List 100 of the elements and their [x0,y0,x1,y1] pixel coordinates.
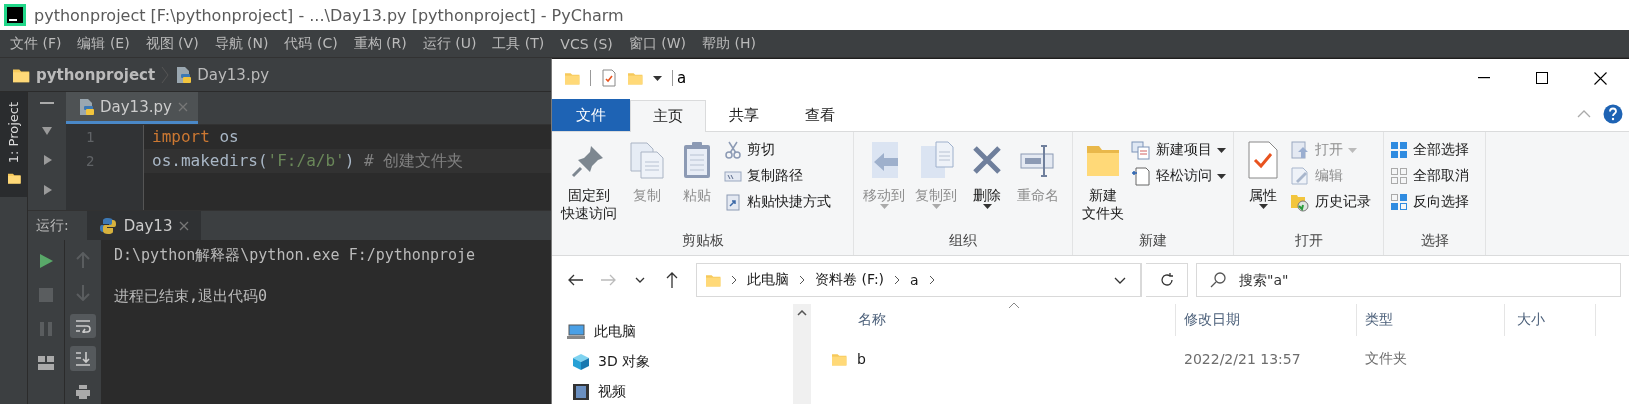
python-file-icon [175,65,192,84]
ribbon-button[interactable]: 新建项目 [1131,139,1226,161]
editor-tab[interactable]: Day13.py [66,92,198,124]
soft-wrap-button[interactable] [70,313,96,339]
group-label: 组织 [948,231,978,250]
page-icon [1131,166,1151,186]
caret-icon [635,277,645,283]
menu-item[interactable]: 文件 (F) [2,34,70,53]
new-item-icon [1131,140,1151,160]
scroll-to-end-button[interactable] [70,346,96,372]
ribbon-button[interactable]: 历史记录 [1290,191,1371,213]
ribbon-button[interactable]: 轻松访问 [1131,165,1226,187]
nav-item[interactable]: 此电脑 [552,320,793,344]
run-tab[interactable]: Day13 [86,211,202,240]
wrap-icon [75,319,91,333]
close-icon [177,101,188,112]
close-icon [179,220,190,231]
folder-icon [564,70,580,86]
console-line: 进程已结束,退出代码0 [114,287,268,306]
menu-item[interactable]: 编辑 (E) [69,34,138,53]
column-header[interactable]: 名称 [811,304,1176,336]
breadcrumb-item[interactable]: Day13.py [197,65,270,84]
film-icon [572,383,590,401]
menu-item[interactable]: 工具 (T) [484,34,553,53]
ribbon-tab[interactable]: 文件 [552,99,630,131]
edit-icon [1290,166,1310,186]
menu-item[interactable]: 导航 (N) [206,34,277,53]
address-bar[interactable]: 此电脑 资料卷 (F:) a [696,263,1142,297]
cell-text: 2022/2/21 13:57 [1184,351,1301,367]
cube-icon [572,353,590,371]
menu-item[interactable]: 视图 (V) [137,34,207,53]
menu-item[interactable]: 运行 (U) [414,34,485,53]
folder-icon [627,70,643,86]
menu-item[interactable]: 窗口 (W) [620,34,695,53]
chevron-icon [731,275,737,285]
grid-icon [1390,193,1408,211]
scroll-up-icon [797,310,807,316]
up-arrow-icon [666,272,678,288]
close-icon [1593,71,1607,85]
forward-arrow-icon [600,274,616,286]
window-title: a [677,69,687,87]
nav-item[interactable]: 视频 [552,380,793,404]
folder-icon [705,272,721,288]
caret-icon [653,75,662,81]
documents-icon [627,140,667,180]
shortcut-icon [724,193,742,211]
expand-arrow-icon [41,154,53,166]
folder-icon [831,351,847,367]
caret-icon [1114,276,1126,284]
ribbon-tab[interactable]: 主页 [630,100,706,132]
group-label: 新建 [1138,231,1168,250]
breadcrumb-item[interactable]: pythonproject [36,65,156,84]
menu-item[interactable]: VCS (S) [552,35,621,52]
open-icon [1290,140,1310,160]
up-arrow-icon [76,252,90,269]
collapse-icon [1577,110,1591,118]
refresh-icon [1158,272,1175,288]
minimize-icon [40,102,54,106]
menu-item[interactable]: 帮助 (H) [694,34,764,53]
refresh-button[interactable] [1146,263,1188,297]
group-label: 选择 [1419,231,1450,250]
app-logo-icon [4,4,26,26]
run-label: 运行: [35,216,70,235]
ribbon-button[interactable]: 反向选择 [1390,191,1469,213]
expand-arrow-icon [41,124,53,136]
ribbon-button[interactable]: 粘贴快捷方式 [724,191,831,213]
search-icon [1210,272,1226,288]
history-icon [1290,192,1310,212]
search-field[interactable]: 搜索"a" [1196,263,1621,297]
menu-item[interactable]: 代码 (C) [276,34,346,53]
stop-icon [39,288,53,302]
console-line: D:\python解释器\python.exe F:/pythonproje [114,246,476,265]
back-arrow-icon [568,274,584,286]
scroll-end-icon [75,350,91,367]
sort-caret-icon [1008,302,1020,309]
caret-icon [1217,147,1226,153]
caret-icon [1348,147,1357,153]
pause-icon [40,322,52,336]
cell-text: 文件夹 [1365,350,1407,368]
chevron-icon [799,275,805,285]
properties-icon [601,69,617,87]
maximize-icon [1536,72,1548,84]
tool-window-tab[interactable]: 1: Project [0,92,27,198]
folder-icon [6,171,21,186]
chevron-icon [894,275,901,285]
help-icon [1603,104,1623,124]
scissors-icon [724,141,742,159]
grid-icon [1390,141,1408,159]
python-icon [98,216,117,235]
column-header[interactable]: 大小 [1505,304,1596,336]
printer-icon [75,383,91,400]
computer-icon [566,324,586,340]
chevron-icon [928,275,935,285]
menu-item[interactable]: 重构 (R) [345,34,415,53]
minimize-icon [1478,77,1490,79]
nav-item[interactable]: 3D 对象 [552,350,793,374]
expand-arrow-icon [41,184,53,196]
column-header[interactable]: 类型 [1357,304,1505,336]
play-icon [38,253,54,269]
column-header[interactable]: 修改日期 [1176,304,1357,336]
